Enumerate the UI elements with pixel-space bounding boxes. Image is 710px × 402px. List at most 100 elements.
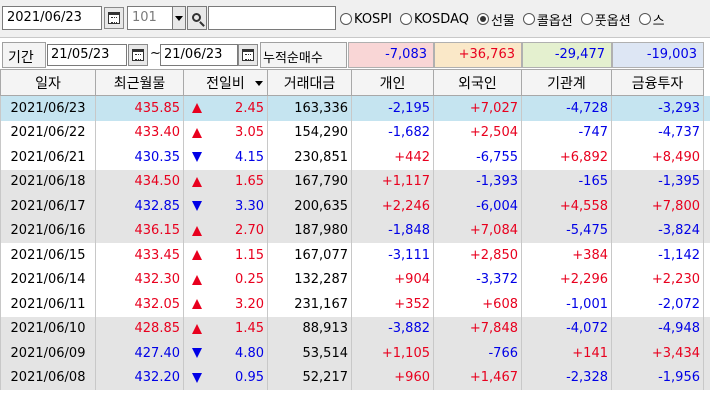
cell-date: 2021/06/18 xyxy=(0,169,96,194)
triangle-up-icon xyxy=(192,176,202,187)
table-row[interactable]: 2021/06/16 436.15 2.70 187,980 -1,848 +7,084-… xyxy=(0,218,710,243)
cell-price: 432.20 xyxy=(96,365,184,390)
radio-option-2[interactable]: 선물 xyxy=(476,9,515,29)
table-row[interactable]: 2021/06/18 434.50 1.65 167,790 +1,117 -1,393-… xyxy=(0,169,710,194)
col-header-date[interactable]: 일자 xyxy=(0,69,96,96)
table-row[interactable]: 2021/06/08 432.20 0.95 52,217 +960 +1,467 -2,3… xyxy=(0,365,710,390)
cell-date: 2021/06/16 xyxy=(0,218,96,243)
cell-institution: +141 xyxy=(522,341,612,366)
table-row[interactable]: 2021/06/22 433.40 3.05 154,290 -1,682 +2,504-… xyxy=(0,120,710,145)
cell-finance: +8,490 xyxy=(612,145,704,170)
cell-foreign: -1,393 xyxy=(434,169,522,194)
cell-individual: +2,246 xyxy=(352,194,434,219)
change-value: 2.70 xyxy=(235,223,264,239)
cell-amount: 200,635 xyxy=(268,194,352,219)
cell-date: 2021/06/17 xyxy=(0,194,96,219)
net-buy-label: 누적순매수 xyxy=(260,42,347,68)
cell-individual: -1,848 xyxy=(352,218,434,243)
cell-finance: -4,737 xyxy=(612,120,704,145)
sum-foreign: +36,763 xyxy=(434,42,522,68)
triangle-down-icon xyxy=(192,152,202,163)
cell-finance: -1,956 xyxy=(612,365,704,390)
change-value: 1.15 xyxy=(235,247,264,263)
cell-foreign: +7,084 xyxy=(434,218,522,243)
cell-foreign: +608 xyxy=(434,292,522,317)
cell-price: 434.50 xyxy=(96,169,184,194)
triangle-up-icon xyxy=(192,323,202,334)
cell-change: 3.20 xyxy=(184,292,268,317)
cell-institution: -747 xyxy=(522,120,612,145)
col-header-price[interactable]: 최근월물 xyxy=(96,69,184,96)
radio-unchecked-icon xyxy=(522,13,535,25)
table-row[interactable]: 2021/06/15 433.45 1.15 167,077 -3,111 +2,850 +… xyxy=(0,243,710,268)
change-value: 1.45 xyxy=(235,321,264,337)
triangle-down-icon xyxy=(192,348,202,359)
radio-unchecked-icon xyxy=(399,13,412,25)
cell-institution: -165 xyxy=(522,169,612,194)
radio-label: KOSDAQ xyxy=(413,11,469,27)
col-header-foreign[interactable]: 외국인 xyxy=(434,69,522,96)
triangle-up-icon xyxy=(192,299,202,310)
table-row[interactable]: 2021/06/23 435.85 2.45 163,336 -2,195 +7,027-… xyxy=(0,96,710,121)
period-label: 기간 xyxy=(2,42,46,68)
cell-amount: 187,980 xyxy=(268,218,352,243)
date-input[interactable]: 2021/06/23 xyxy=(2,6,102,30)
name-field[interactable] xyxy=(208,6,336,30)
table-row[interactable]: 2021/06/10 428.85 1.45 88,913 -3,882 +7,848 -4… xyxy=(0,316,710,341)
cell-foreign: -766 xyxy=(434,341,522,366)
calendar-icon xyxy=(108,12,120,24)
cell-price: 430.35 xyxy=(96,145,184,170)
cell-change: 3.05 xyxy=(184,120,268,145)
cell-price: 432.05 xyxy=(96,292,184,317)
cell-finance: -3,824 xyxy=(612,218,704,243)
radio-option-4[interactable]: 풋옵션 xyxy=(580,9,631,29)
cell-foreign: +7,848 xyxy=(434,316,522,341)
cell-amount: 230,851 xyxy=(268,145,352,170)
col-header-institution[interactable]: 기관계 xyxy=(522,69,612,96)
cell-foreign: +2,850 xyxy=(434,243,522,268)
calendar-icon xyxy=(132,49,144,61)
radio-option-0[interactable]: KOSPI xyxy=(340,9,392,29)
end-calendar-button[interactable] xyxy=(238,44,258,66)
search-button[interactable] xyxy=(187,6,207,30)
col-header-amount[interactable]: 거래대금 xyxy=(268,69,352,96)
cell-price: 433.40 xyxy=(96,120,184,145)
code-input[interactable]: 101 xyxy=(127,6,173,30)
cell-individual: -2,195 xyxy=(352,96,434,121)
table-row[interactable]: 2021/06/17 432.85 3.30 200,635 +2,246 -6,004 +… xyxy=(0,194,710,219)
col-header-individual[interactable]: 개인 xyxy=(352,69,434,96)
cell-amount: 53,514 xyxy=(268,341,352,366)
triangle-up-icon xyxy=(192,250,202,261)
cell-change: 0.25 xyxy=(184,267,268,292)
start-calendar-button[interactable] xyxy=(128,44,148,66)
end-date-input[interactable]: 21/06/23 xyxy=(160,44,238,66)
radio-option-3[interactable]: 콜옵션 xyxy=(522,9,573,29)
table-row[interactable]: 2021/06/21 430.35 4.15 230,851 +442 -6,755 +6,… xyxy=(0,145,710,170)
change-value: 4.15 xyxy=(235,149,264,165)
sort-down-icon[interactable] xyxy=(253,76,265,90)
triangle-up-icon xyxy=(192,274,202,285)
radio-label: KOSPI xyxy=(354,11,392,27)
table-row[interactable]: 2021/06/11 432.05 3.20 231,167 +352 +608 -1,00… xyxy=(0,292,710,317)
cell-amount: 163,336 xyxy=(268,96,352,121)
col-header-change[interactable]: 전일비 xyxy=(184,69,268,96)
calendar-button[interactable] xyxy=(104,7,124,29)
start-date-input[interactable]: 21/05/23 xyxy=(47,44,127,66)
col-header-finance[interactable]: 금융투자 xyxy=(612,69,704,96)
table-row[interactable]: 2021/06/14 432.30 0.25 132,287 +904 -3,372 +2,… xyxy=(0,267,710,292)
cell-foreign: +2,504 xyxy=(434,120,522,145)
cell-institution: +4,558 xyxy=(522,194,612,219)
cell-change: 3.30 xyxy=(184,194,268,219)
code-dropdown-button[interactable] xyxy=(172,6,186,30)
cell-foreign: +7,027 xyxy=(434,96,522,121)
radio-label: 스 xyxy=(652,13,665,29)
col-header-change-label: 전일비 xyxy=(206,75,245,92)
cell-individual: -3,111 xyxy=(352,243,434,268)
radio-option-5[interactable]: 스 xyxy=(638,9,665,29)
table-row[interactable]: 2021/06/09 427.40 4.80 53,514 +1,105 -766 +141… xyxy=(0,341,710,366)
cell-finance: -3,293 xyxy=(612,96,704,121)
radio-option-1[interactable]: KOSDAQ xyxy=(399,9,469,29)
cell-change: 1.65 xyxy=(184,169,268,194)
cell-price: 432.30 xyxy=(96,267,184,292)
cell-date: 2021/06/14 xyxy=(0,267,96,292)
